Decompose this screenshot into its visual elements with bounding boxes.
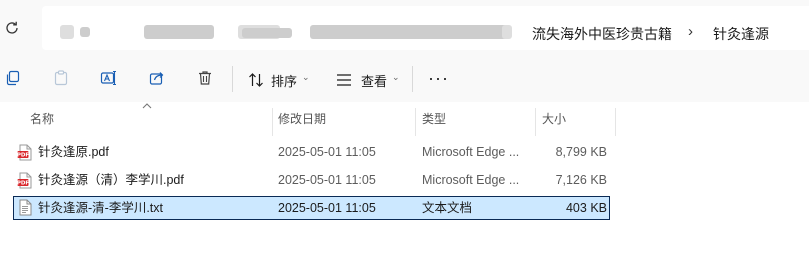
paste-button[interactable] bbox=[51, 68, 71, 88]
share-icon bbox=[149, 72, 164, 85]
toolbar-divider bbox=[232, 66, 233, 92]
file-date: 2025-05-01 11:05 bbox=[278, 145, 376, 159]
sort-ascending-caret-icon bbox=[142, 103, 152, 109]
view-label: 查看 bbox=[361, 74, 388, 89]
copy-icon bbox=[6, 70, 20, 86]
file-date: 2025-05-01 11:05 bbox=[278, 201, 376, 215]
blurred-path-segment bbox=[340, 25, 508, 39]
toolbar-divider bbox=[412, 66, 413, 92]
column-divider[interactable] bbox=[415, 108, 416, 136]
file-type: 文本文档 bbox=[422, 201, 473, 215]
file-name: 针灸逢源-清-李学川.txt bbox=[38, 201, 163, 215]
blurred-path-segment bbox=[60, 25, 74, 39]
breadcrumb[interactable]: 流失海外中医珍贵古籍 › 针灸逢源 bbox=[42, 6, 809, 50]
file-size: 403 KB bbox=[565, 201, 607, 215]
command-bar: 排序 ⌄ 查看 ⌄ ··· bbox=[0, 58, 809, 102]
view-icon bbox=[337, 74, 351, 86]
file-row[interactable]: PDF 针灸逢原.pdf 2025-05-01 11:05 Microsoft … bbox=[13, 141, 610, 165]
file-row[interactable]: PDF 针灸逢源（清）李学川.pdf 2025-05-01 11:05 Micr… bbox=[13, 169, 610, 193]
sort-label: 排序 bbox=[271, 74, 298, 89]
paste-icon bbox=[54, 70, 68, 86]
file-type: Microsoft Edge ... bbox=[422, 173, 520, 187]
blurred-path-segment bbox=[242, 28, 292, 38]
copy-button[interactable] bbox=[3, 68, 23, 88]
breadcrumb-separator: › bbox=[688, 23, 693, 40]
column-type[interactable]: 类型 bbox=[422, 106, 446, 132]
blurred-path-segment bbox=[144, 25, 214, 39]
file-name: 针灸逢原.pdf bbox=[38, 145, 109, 159]
column-header: 名称 修改日期 类型 大小 bbox=[0, 103, 809, 136]
file-name: 针灸逢源（清）李学川.pdf bbox=[38, 173, 184, 187]
chevron-down-icon: ⌄ bbox=[302, 72, 310, 82]
file-type: Microsoft Edge ... bbox=[422, 145, 520, 159]
blurred-path-segment bbox=[80, 27, 90, 37]
delete-button[interactable] bbox=[195, 68, 215, 88]
breadcrumb-item-current[interactable]: 针灸逢源 bbox=[713, 24, 769, 44]
rename-icon bbox=[100, 70, 116, 86]
file-date: 2025-05-01 11:05 bbox=[278, 173, 376, 187]
pdf-icon: PDF bbox=[17, 172, 32, 189]
trash-icon bbox=[199, 71, 211, 85]
svg-text:PDF: PDF bbox=[17, 153, 29, 159]
share-button[interactable] bbox=[147, 68, 167, 88]
more-options-button[interactable]: ··· bbox=[428, 68, 449, 88]
column-date[interactable]: 修改日期 bbox=[278, 106, 326, 132]
column-divider[interactable] bbox=[615, 108, 616, 136]
column-name[interactable]: 名称 bbox=[30, 106, 54, 132]
blurred-path-segment bbox=[502, 25, 512, 39]
file-row-selected[interactable]: 针灸逢源-清-李学川.txt 2025-05-01 11:05 文本文档 403… bbox=[13, 196, 610, 220]
column-size[interactable]: 大小 bbox=[542, 106, 566, 132]
file-size: 7,126 KB bbox=[555, 173, 607, 187]
rename-button[interactable] bbox=[99, 68, 119, 88]
text-file-icon bbox=[19, 199, 32, 216]
chevron-down-icon: ⌄ bbox=[392, 72, 400, 82]
refresh-icon[interactable] bbox=[4, 20, 20, 36]
column-divider[interactable] bbox=[272, 108, 273, 136]
breadcrumb-item-parent[interactable]: 流失海外中医珍贵古籍 bbox=[532, 24, 672, 44]
svg-text:PDF: PDF bbox=[17, 181, 29, 187]
pdf-icon: PDF bbox=[17, 144, 32, 161]
sort-icon bbox=[249, 73, 263, 87]
address-bar: 流失海外中医珍贵古籍 › 针灸逢源 bbox=[0, 0, 809, 58]
file-size: 8,799 KB bbox=[555, 145, 607, 159]
column-divider[interactable] bbox=[535, 108, 536, 136]
